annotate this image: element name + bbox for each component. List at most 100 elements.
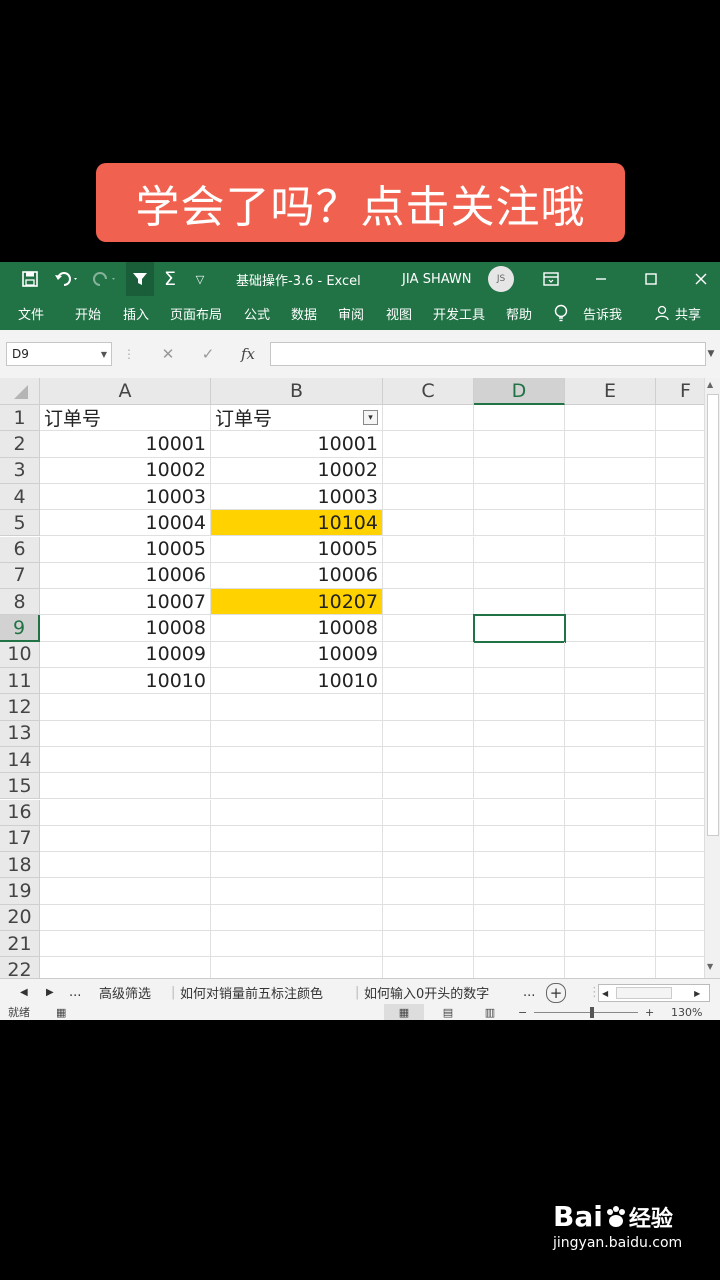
cell-b[interactable]: 10009 [211, 641, 383, 668]
lightbulb-icon[interactable] [554, 296, 568, 330]
cell-b[interactable]: 10005 [211, 536, 383, 563]
cell-e[interactable] [565, 589, 656, 616]
cell-d[interactable] [474, 483, 565, 511]
cell-a[interactable] [40, 773, 211, 800]
cell-a[interactable]: 10003 [40, 483, 211, 511]
page-break-view-icon[interactable]: ▥ [480, 1004, 500, 1020]
cell-e[interactable] [565, 562, 656, 590]
normal-view-icon[interactable]: ▦ [384, 1004, 424, 1020]
close-icon[interactable] [686, 262, 716, 296]
column-header-b[interactable]: B [211, 378, 383, 405]
scroll-left-icon[interactable]: ◀ [20, 979, 28, 1005]
sum-icon[interactable]: Σ [158, 262, 182, 296]
cell-b[interactable] [211, 694, 383, 721]
cell-e[interactable] [565, 536, 656, 563]
column-header-c[interactable]: C [383, 378, 474, 405]
cell-a[interactable]: 10004 [40, 510, 211, 537]
formula-input[interactable] [270, 342, 706, 366]
cell-e[interactable] [565, 720, 656, 747]
zoom-in-icon[interactable]: + [645, 1004, 654, 1020]
cell-b[interactable]: 10008 [211, 615, 383, 642]
cell-c[interactable] [383, 904, 474, 931]
cell-a[interactable] [40, 694, 211, 721]
cell-a[interactable]: 10002 [40, 457, 211, 484]
row-header[interactable]: 6 [0, 536, 40, 563]
cell-d[interactable] [474, 878, 565, 905]
row-header[interactable]: 2 [0, 431, 40, 458]
row-header[interactable]: 21 [0, 931, 40, 958]
scroll-thumb[interactable] [707, 394, 719, 836]
cell-c[interactable] [383, 562, 474, 590]
cell-c[interactable] [383, 510, 474, 537]
cell-e[interactable] [565, 799, 656, 826]
cell-c[interactable] [383, 457, 474, 484]
cell-a[interactable] [40, 878, 211, 905]
cell-b[interactable] [211, 852, 383, 879]
row-header[interactable]: 5 [0, 510, 40, 537]
cell-e[interactable] [565, 615, 656, 642]
row-header[interactable]: 9 [0, 615, 40, 642]
cancel-formula-icon[interactable]: ✕ [150, 342, 186, 366]
filter-icon[interactable] [126, 262, 154, 296]
expand-formula-icon[interactable]: ▼ [704, 342, 718, 366]
more-sheets-right[interactable]: ... [523, 979, 535, 1005]
row-header[interactable]: 10 [0, 641, 40, 668]
cell-e[interactable] [565, 852, 656, 879]
cell-c[interactable] [383, 431, 474, 458]
cell-e[interactable] [565, 746, 656, 774]
cell-e[interactable] [565, 878, 656, 905]
tab-data[interactable]: 数据 [291, 296, 317, 330]
cell-c[interactable] [383, 536, 474, 563]
maximize-icon[interactable] [636, 262, 666, 296]
cell-a[interactable]: 10010 [40, 668, 211, 695]
cell-d[interactable] [474, 562, 565, 590]
row-header[interactable]: 11 [0, 668, 40, 695]
more-sheets-left[interactable]: ... [69, 979, 81, 1005]
row-header[interactable]: 8 [0, 589, 40, 616]
cell-d[interactable] [474, 510, 565, 537]
cell-a[interactable] [40, 799, 211, 826]
cell-b[interactable]: 10104 [211, 510, 383, 537]
cell-b[interactable] [211, 931, 383, 958]
cell-c[interactable] [383, 589, 474, 616]
cell-d[interactable] [474, 431, 565, 458]
cell-b[interactable]: 10010 [211, 668, 383, 695]
cell-e[interactable] [565, 641, 656, 668]
row-header[interactable]: 1 [0, 405, 40, 432]
name-box[interactable]: D9 ▼ [6, 342, 112, 366]
row-header[interactable]: 17 [0, 825, 40, 853]
cell-d[interactable] [474, 799, 565, 826]
cell-b[interactable] [211, 825, 383, 853]
macro-record-icon[interactable]: ▦ [56, 1004, 66, 1020]
cell-b[interactable] [211, 904, 383, 931]
cell-d[interactable] [474, 746, 565, 774]
cell-c[interactable] [383, 746, 474, 774]
cell-e[interactable] [565, 773, 656, 800]
tab-file[interactable]: 文件 [18, 296, 44, 330]
minimize-icon[interactable] [586, 262, 616, 296]
row-header[interactable]: 16 [0, 799, 40, 826]
cell-a[interactable] [40, 825, 211, 853]
row-header[interactable]: 14 [0, 746, 40, 774]
cell-c[interactable] [383, 931, 474, 958]
cell-b[interactable] [211, 720, 383, 747]
cell-b[interactable]: 10207 [211, 589, 383, 616]
cell-a[interactable]: 10001 [40, 431, 211, 458]
row-header[interactable]: 18 [0, 852, 40, 879]
cell-a[interactable]: 10007 [40, 589, 211, 616]
cell-c[interactable] [383, 483, 474, 511]
cell-c[interactable] [383, 878, 474, 905]
cell-d[interactable] [474, 668, 565, 695]
tab-formulas[interactable]: 公式 [244, 296, 270, 330]
cell-a[interactable]: 10005 [40, 536, 211, 563]
undo-icon[interactable] [50, 262, 84, 296]
scroll-left-icon[interactable]: ◀ [602, 989, 608, 998]
scroll-right-icon[interactable]: ▶ [694, 989, 700, 998]
active-cell-selection[interactable] [473, 614, 566, 643]
sheet-tab[interactable]: 如何对销量前五标注颜色 [180, 979, 323, 1005]
row-header[interactable]: 13 [0, 720, 40, 747]
cell-b[interactable] [211, 878, 383, 905]
cell-d[interactable] [474, 536, 565, 563]
column-header-a[interactable]: A [40, 378, 211, 405]
tab-view[interactable]: 视图 [386, 296, 412, 330]
